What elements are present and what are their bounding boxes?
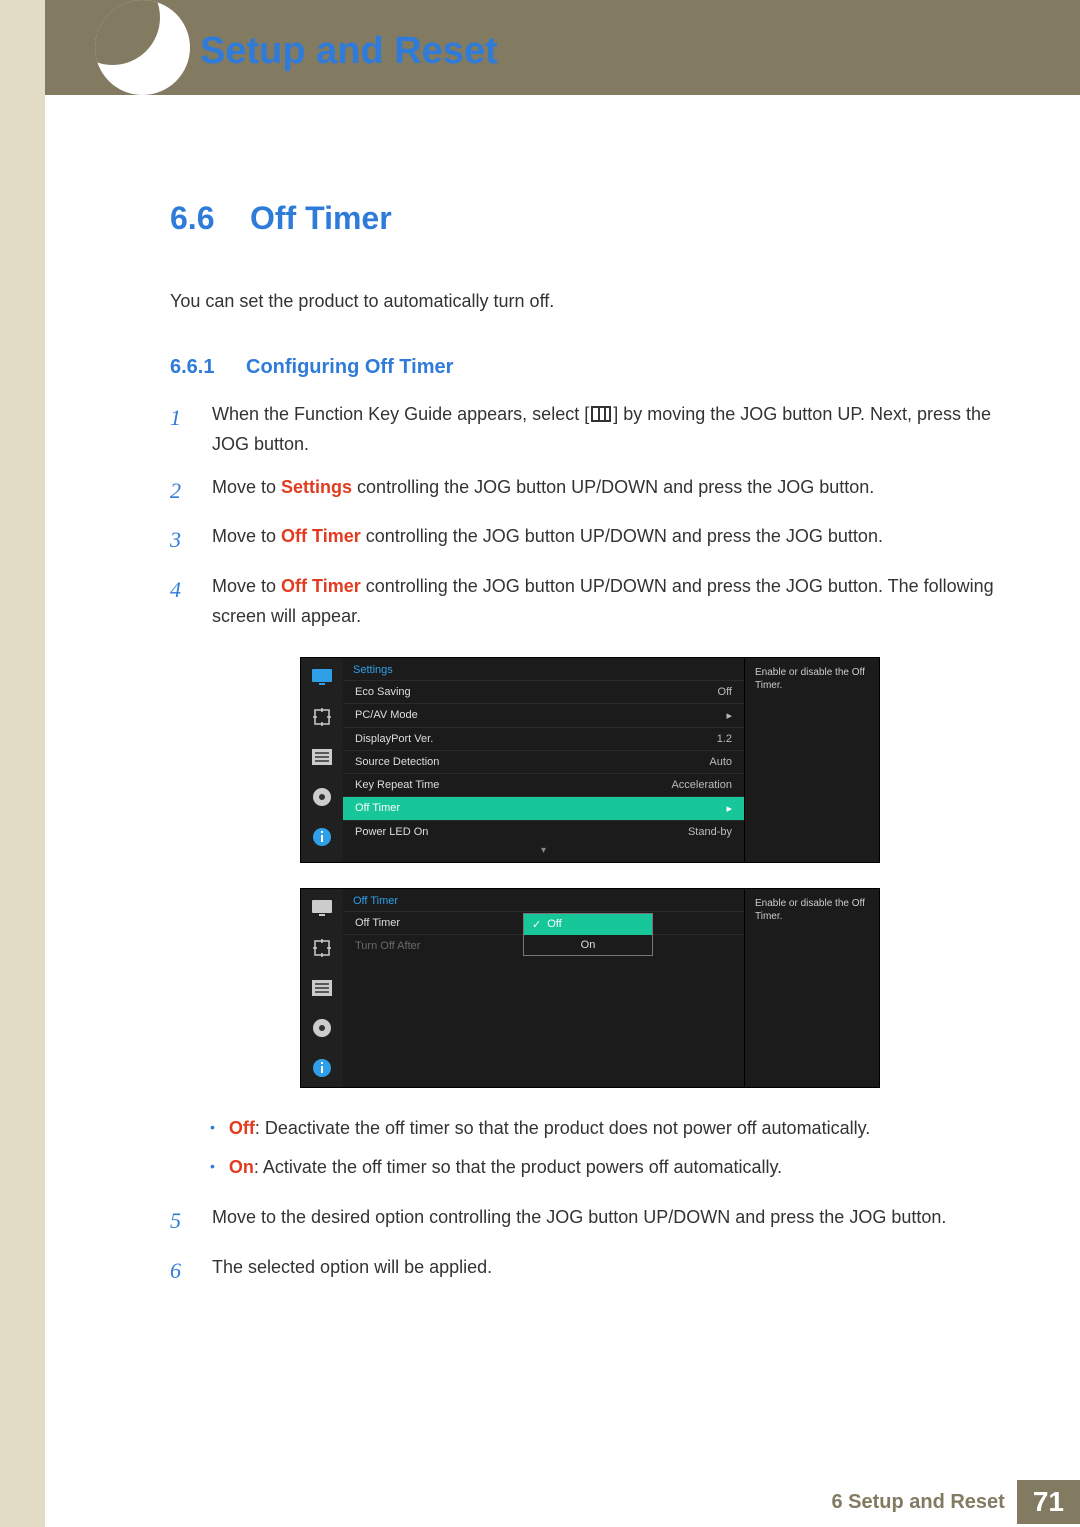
list-icon (311, 746, 333, 768)
section-number: 6.6 (170, 200, 230, 237)
osd-dropdown: ✓ Off On (523, 913, 653, 956)
osd-settings-screenshot: Settings Eco Saving Off PC/AV Mode ▸ Display… (170, 657, 1010, 863)
keyword-settings: Settings (281, 477, 352, 497)
bullet-off: • Off: Deactivate the off timer so that … (210, 1113, 1010, 1144)
osd-row-label: Off Timer (355, 802, 400, 815)
section-title: Off Timer (250, 200, 392, 237)
step-text: When the Function Key Guide appears, sel… (212, 399, 1010, 460)
chapter-badge (95, 0, 190, 95)
info-icon (311, 1057, 333, 1079)
osd-row-label: DisplayPort Ver. (355, 733, 433, 745)
keyword-off-timer: Off Timer (281, 526, 361, 546)
osd-row-value: Stand-by (688, 826, 732, 838)
osd-row: Key Repeat Time Acceleration (343, 773, 744, 796)
keyword-off-timer: Off Timer (281, 576, 361, 596)
osd-row-value: 1.2 (717, 733, 732, 745)
keyword-on: On (229, 1157, 254, 1177)
osd-main: Settings Eco Saving Off PC/AV Mode ▸ Display… (343, 658, 744, 862)
step-6: 6 The selected option will be applied. (170, 1252, 1010, 1289)
footer-chapter-label: 6 Setup and Reset (831, 1491, 1004, 1514)
footer-page-number: 71 (1017, 1480, 1080, 1524)
osd-row: PC/AV Mode ▸ (343, 703, 744, 727)
step-number: 6 (170, 1252, 194, 1289)
step-text: Move to the desired option controlling t… (212, 1202, 1010, 1239)
step-2: 2 Move to Settings controlling the JOG b… (170, 472, 1010, 509)
monitor-icon (311, 666, 333, 688)
osd-row-value: ▸ (726, 709, 732, 722)
osd-row: DisplayPort Ver. 1.2 (343, 727, 744, 750)
osd-help-text: Enable or disable the Off Timer. (744, 658, 879, 862)
step-4: 4 Move to Off Timer controlling the JOG … (170, 571, 1010, 632)
subsection-title: Configuring Off Timer (246, 356, 453, 379)
step-number: 1 (170, 399, 194, 460)
osd-row-value: Acceleration (671, 779, 732, 791)
list-icon (311, 977, 333, 999)
step-5: 5 Move to the desired option controlling… (170, 1202, 1010, 1239)
osd-row-label: Key Repeat Time (355, 779, 439, 791)
step-1: 1 When the Function Key Guide appears, s… (170, 399, 1010, 460)
bullet-icon: • (210, 1113, 215, 1144)
osd-title: Settings (343, 658, 744, 680)
step-number: 4 (170, 571, 194, 632)
keyword-off: Off (229, 1118, 255, 1138)
osd-nav (301, 658, 343, 862)
osd-help-text: Enable or disable the Off Timer. (744, 889, 879, 1087)
scroll-down-icon: ▾ (343, 843, 744, 862)
page-footer: 6 Setup and Reset 71 (831, 1477, 1080, 1527)
monitor-icon (311, 897, 333, 919)
step-text: Move to Settings controlling the JOG but… (212, 472, 1010, 509)
side-accent (0, 0, 45, 1527)
osd-offtimer-screenshot: Off Timer Off Timer Turn Off After ✓ Off … (170, 888, 1010, 1088)
intro-text: You can set the product to automatically… (170, 287, 1010, 316)
check-icon: ✓ (532, 918, 541, 931)
osd-row-label: Source Detection (355, 756, 439, 768)
osd-row-label: Eco Saving (355, 686, 411, 698)
gear-icon (311, 1017, 333, 1039)
osd-row: Off Timer ▸ (343, 796, 744, 820)
bullet-icon: • (210, 1152, 215, 1183)
osd-row-label: PC/AV Mode (355, 709, 418, 722)
subsection-heading: 6.6.1 Configuring Off Timer (170, 356, 1010, 379)
osd-row-value: ▸ (726, 802, 732, 815)
osd-row: Eco Saving Off (343, 680, 744, 703)
osd-row: Source Detection Auto (343, 750, 744, 773)
resize-icon (311, 706, 333, 728)
osd-title: Off Timer (343, 889, 744, 911)
step-text: The selected option will be applied. (212, 1252, 1010, 1289)
step-number: 3 (170, 521, 194, 558)
osd-row-value: Auto (709, 756, 732, 768)
section-heading: 6.6 Off Timer (170, 200, 1010, 237)
resize-icon (311, 937, 333, 959)
osd-row-label: Off Timer (355, 917, 400, 929)
osd-row-label: Power LED On (355, 826, 428, 838)
osd-row-label: Turn Off After (355, 940, 420, 952)
osd-row-value: Off (718, 686, 732, 698)
option-off: ✓ Off (524, 914, 652, 935)
menu-icon (591, 406, 611, 422)
gear-icon (311, 786, 333, 808)
step-3: 3 Move to Off Timer controlling the JOG … (170, 521, 1010, 558)
step-number: 5 (170, 1202, 194, 1239)
content-area: 6.6 Off Timer You can set the product to… (170, 0, 1010, 1289)
chapter-title: Setup and Reset (200, 30, 498, 73)
subsection-number: 6.6.1 (170, 356, 230, 379)
step-number: 2 (170, 472, 194, 509)
osd-main: Off Timer Off Timer Turn Off After ✓ Off … (343, 889, 744, 1087)
step-text: Move to Off Timer controlling the JOG bu… (212, 571, 1010, 632)
bullet-on: • On: Activate the off timer so that the… (210, 1152, 1010, 1183)
option-on: On (524, 935, 652, 955)
info-icon (311, 826, 333, 848)
osd-row: Power LED On Stand-by (343, 820, 744, 843)
step-text: Move to Off Timer controlling the JOG bu… (212, 521, 1010, 558)
osd-nav (301, 889, 343, 1087)
